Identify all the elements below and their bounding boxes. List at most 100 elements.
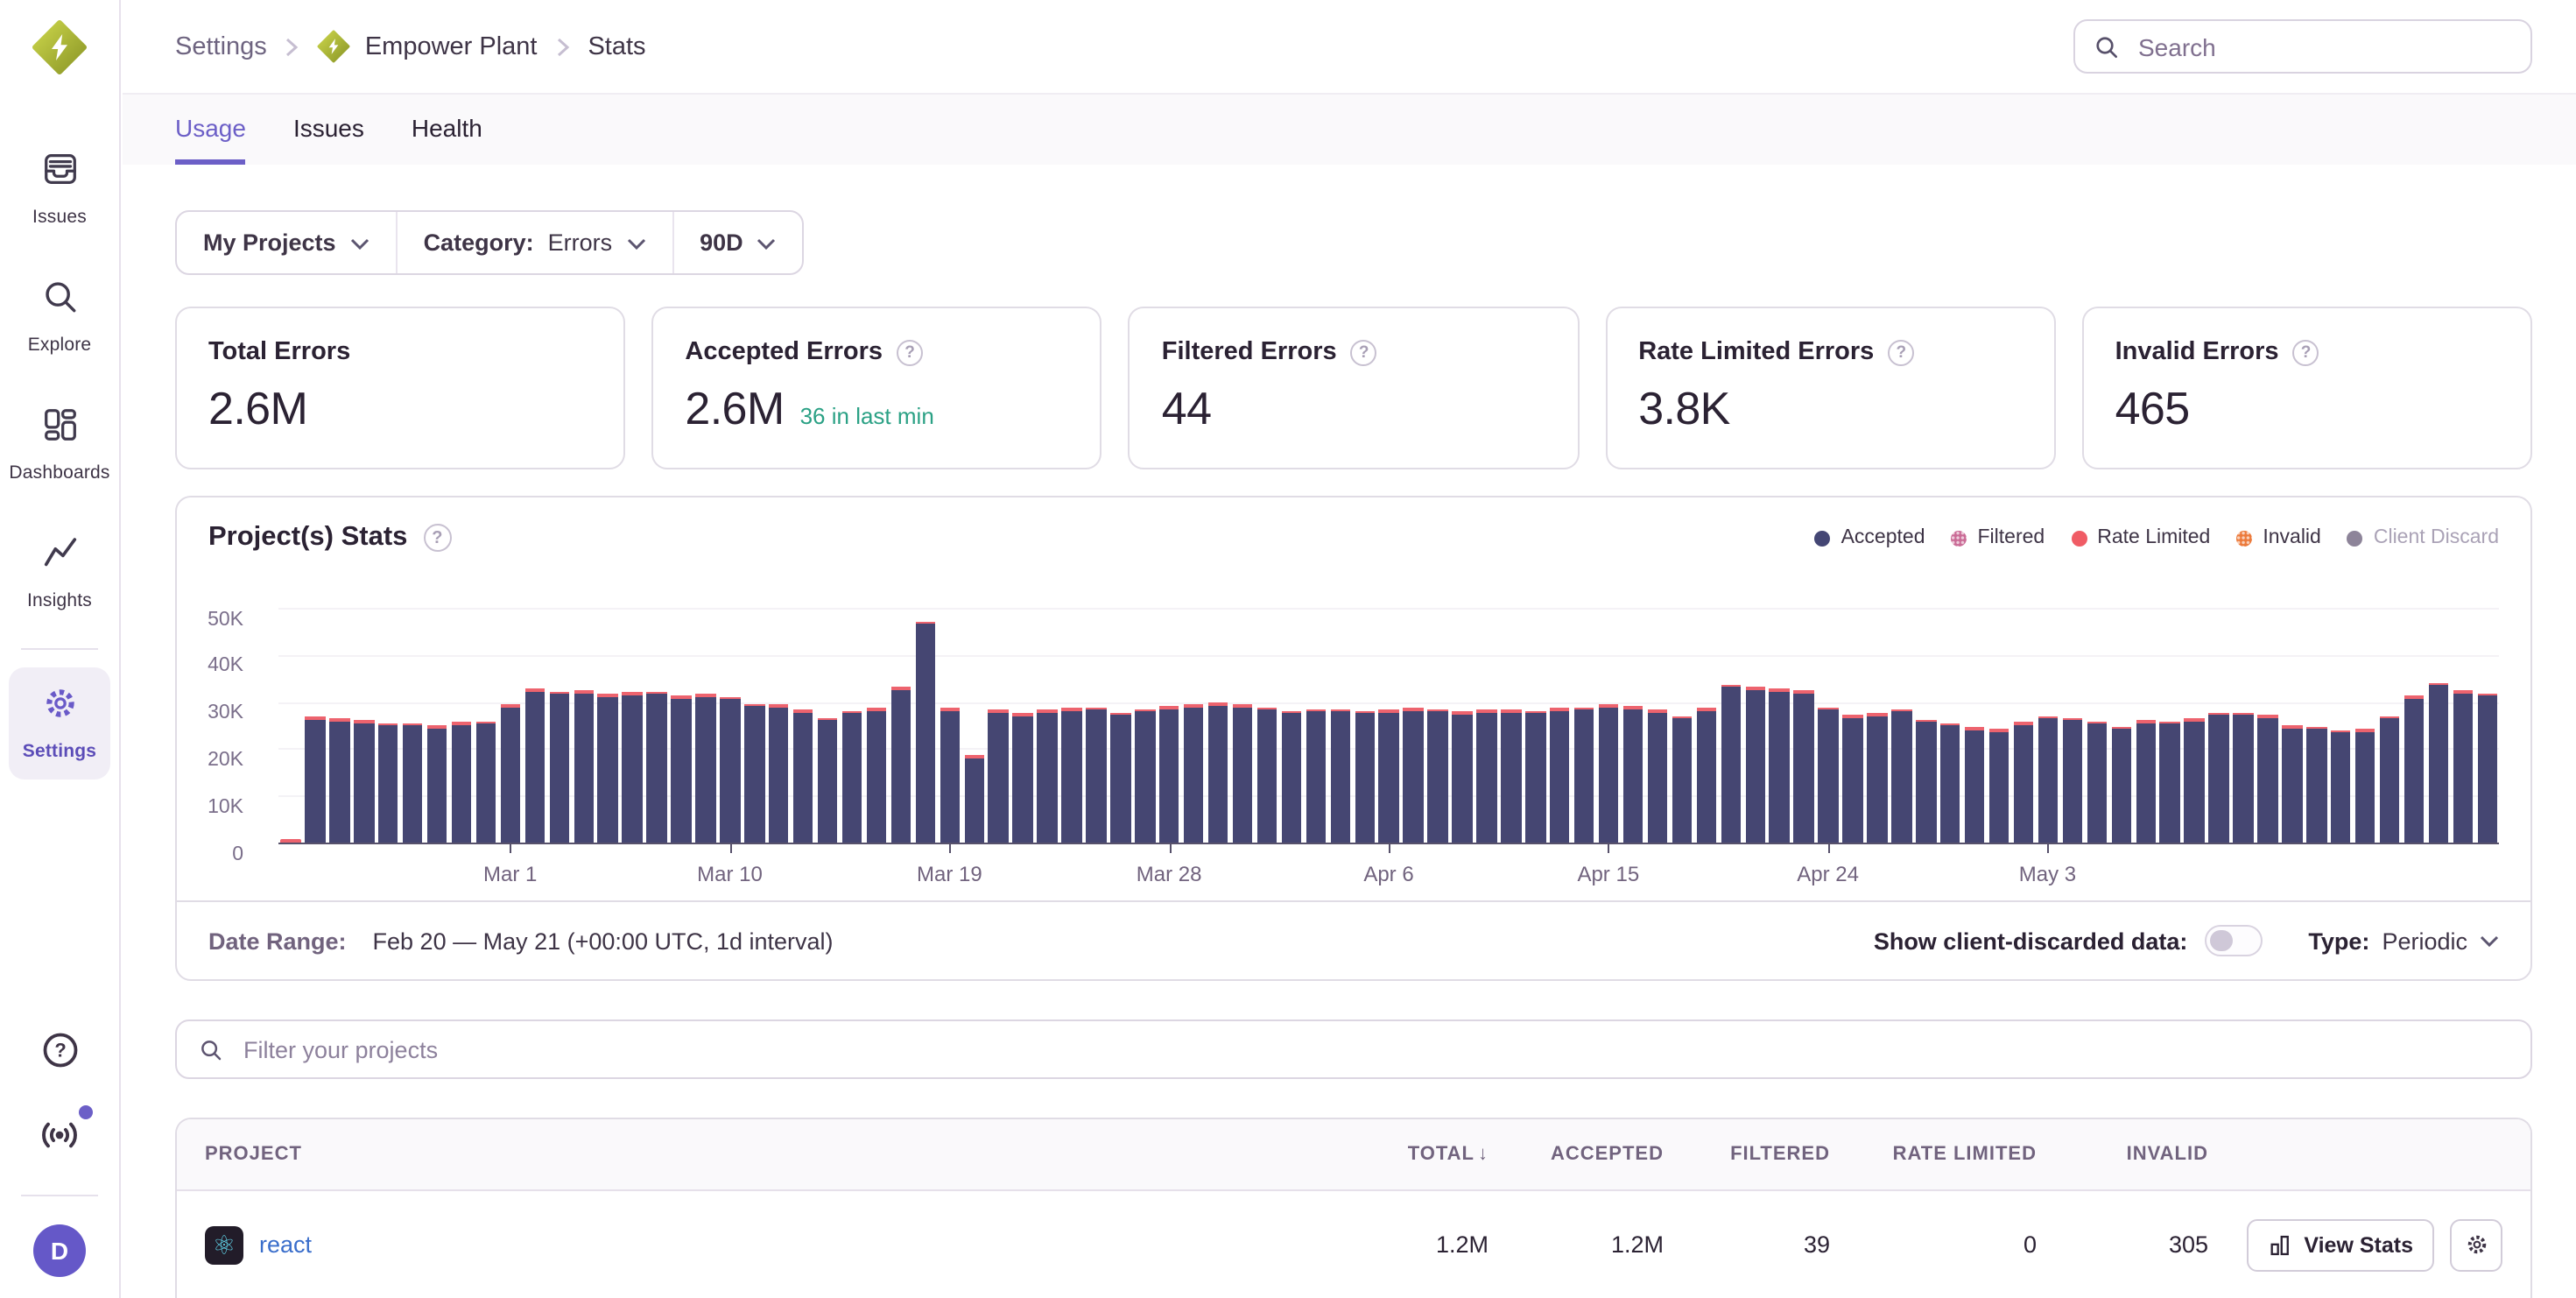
chart-bar[interactable] — [2111, 727, 2131, 843]
project-link[interactable]: react — [259, 1231, 312, 1258]
chart-bar[interactable] — [549, 692, 569, 843]
tab-health[interactable]: Health — [412, 95, 482, 165]
help-icon[interactable]: ? — [897, 339, 923, 365]
sidebar-item-settings[interactable]: Settings — [9, 667, 110, 780]
chart-bar[interactable] — [1891, 709, 1911, 843]
chart-bar[interactable] — [1525, 711, 1545, 843]
chart-bar[interactable] — [744, 703, 764, 843]
chart-bar[interactable] — [1916, 720, 1936, 843]
chart-bar[interactable] — [989, 709, 1009, 843]
chart-bar[interactable] — [1867, 714, 1887, 843]
chart-bar[interactable] — [2282, 725, 2302, 843]
chart-bar[interactable] — [818, 717, 838, 843]
chart-bar[interactable] — [890, 687, 911, 843]
whats-new-button[interactable] — [37, 1112, 82, 1167]
chart-bar[interactable] — [354, 720, 374, 843]
type-selector[interactable]: Type: Periodic — [2308, 928, 2499, 954]
chart-bar[interactable] — [2014, 722, 2034, 843]
chart-bar[interactable] — [452, 722, 472, 843]
chart-bar[interactable] — [1794, 690, 1814, 843]
chart-bar[interactable] — [1696, 708, 1716, 843]
legend-item-filtered[interactable]: Filtered — [1952, 527, 2045, 548]
chart-bar[interactable] — [2257, 715, 2277, 843]
chart-bar[interactable] — [2380, 716, 2400, 843]
chart-bar[interactable] — [695, 695, 715, 843]
chart-bar[interactable] — [2331, 730, 2351, 843]
client-discard-toggle[interactable] — [2205, 925, 2263, 956]
chart-bar[interactable] — [940, 709, 960, 843]
chart-bar[interactable] — [647, 692, 667, 843]
chart-bar[interactable] — [1013, 713, 1033, 843]
chart-bar[interactable] — [1428, 709, 1448, 843]
help-icon[interactable]: ? — [2293, 339, 2319, 365]
chart-bar[interactable] — [1135, 709, 1155, 843]
chart-bar[interactable] — [2038, 716, 2059, 843]
legend-item-accepted[interactable]: Accepted — [1815, 527, 1925, 548]
chart-bar[interactable] — [1940, 723, 1960, 843]
chart-bar[interactable] — [524, 689, 545, 843]
chart-bar[interactable] — [2160, 721, 2180, 843]
period-selector[interactable]: 90D — [672, 212, 803, 273]
chart-bar[interactable] — [378, 723, 398, 843]
tab-issues[interactable]: Issues — [293, 95, 364, 165]
legend-item-client-discard[interactable]: Client Discard — [2347, 527, 2499, 548]
category-selector[interactable]: Category: Errors — [396, 212, 672, 273]
chart-bar[interactable] — [1574, 707, 1594, 843]
chart-bar[interactable] — [598, 694, 618, 843]
global-search[interactable] — [2073, 19, 2532, 74]
chart-bar[interactable] — [1843, 715, 1863, 843]
chart-bar[interactable] — [1965, 728, 1985, 843]
project-filter-input[interactable] — [240, 1034, 2509, 1064]
chart-bar[interactable] — [1989, 729, 2009, 843]
chart-bar[interactable] — [915, 621, 935, 843]
chart-bar[interactable] — [2429, 683, 2449, 843]
chart-bar[interactable] — [1550, 709, 1570, 843]
breadcrumb-settings[interactable]: Settings — [175, 32, 267, 60]
view-stats-button[interactable]: View Stats — [2246, 1218, 2434, 1271]
sidebar-item-dashboards[interactable]: Dashboards — [9, 389, 110, 501]
chart-bar[interactable] — [672, 695, 692, 843]
column-header-rate_limited[interactable]: Rate Limited — [1830, 1144, 2037, 1165]
chart-bar[interactable] — [574, 691, 594, 843]
chart-bar[interactable] — [1306, 709, 1326, 843]
legend-item-rate-limited[interactable]: Rate Limited — [2071, 527, 2210, 548]
chart-bar[interactable] — [1233, 704, 1253, 843]
chart-bar[interactable] — [476, 721, 496, 843]
help-icon[interactable]: ? — [1888, 339, 1914, 365]
legend-item-invalid[interactable]: Invalid — [2236, 527, 2321, 548]
chart-bar[interactable] — [1501, 709, 1521, 843]
chart-bar[interactable] — [1623, 706, 1643, 843]
chart-bar[interactable] — [2087, 722, 2107, 843]
column-header-filtered[interactable]: Filtered — [1664, 1144, 1830, 1165]
chart-bar[interactable] — [1453, 711, 1473, 843]
chart-bar[interactable] — [2234, 712, 2254, 843]
chart-bar[interactable] — [964, 755, 984, 843]
chart-bar[interactable] — [623, 693, 643, 843]
breadcrumb-org[interactable]: Empower Plant — [318, 30, 538, 63]
user-avatar[interactable]: D — [33, 1224, 86, 1277]
column-header-accepted[interactable]: Accepted — [1489, 1144, 1664, 1165]
chart-bar[interactable] — [2477, 694, 2497, 843]
chart-bar[interactable] — [1330, 709, 1350, 843]
chart-bar[interactable] — [2209, 713, 2229, 843]
sentry-logo[interactable] — [32, 19, 88, 84]
column-header-total[interactable]: Total↓ — [1340, 1144, 1489, 1165]
project-settings-button[interactable] — [2450, 1218, 2502, 1271]
chart-bar[interactable] — [305, 716, 325, 843]
chart-bar[interactable] — [1599, 705, 1619, 843]
global-search-input[interactable] — [2135, 31, 2513, 62]
chart-bar[interactable] — [427, 725, 447, 843]
chart-bar[interactable] — [2453, 690, 2473, 843]
sidebar-item-explore[interactable]: Explore — [9, 261, 110, 373]
chart-bar[interactable] — [1476, 709, 1496, 843]
chart-bar[interactable] — [1404, 708, 1424, 843]
chart-bar[interactable] — [1086, 708, 1106, 843]
chart-bar[interactable] — [1721, 685, 1741, 843]
chart-bar[interactable] — [1745, 687, 1765, 843]
chart-bar[interactable] — [1281, 710, 1301, 843]
tab-usage[interactable]: Usage — [175, 95, 246, 165]
help-icon[interactable]: ? — [1351, 339, 1377, 365]
chart-bar[interactable] — [842, 710, 862, 843]
chart-bar[interactable] — [867, 709, 887, 843]
chart-bar[interactable] — [1208, 703, 1228, 843]
